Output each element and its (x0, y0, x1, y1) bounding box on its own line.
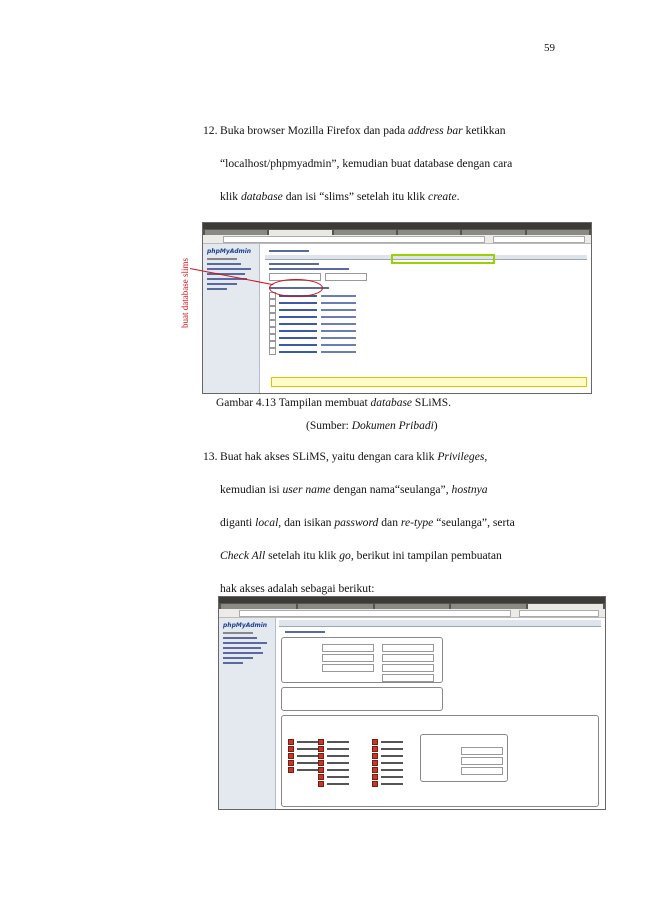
figure-side-label: buat database slims (180, 258, 190, 328)
figure-phpmyadmin-create-db-screenshot: phpMyAdmin (202, 222, 592, 394)
page-number: 59 (544, 42, 555, 54)
step-13-paragraph: 13. Buat hak akses SLiMS, yaitu dengan c… (203, 440, 558, 605)
step-13-number: 13. (203, 450, 218, 463)
step-12-number: 12. (203, 124, 218, 137)
figure-4-13-source: (Sumber: Dokumen Pribadi) (306, 420, 438, 432)
figure-4-13-caption: Gambar 4.13 Tampilan membuat database SL… (216, 397, 452, 409)
step-12-paragraph: 12. Buka browser Mozilla Firefox dan pad… (203, 114, 558, 213)
figure-phpmyadmin-add-user-screenshot: phpMyAdmin (218, 596, 606, 810)
